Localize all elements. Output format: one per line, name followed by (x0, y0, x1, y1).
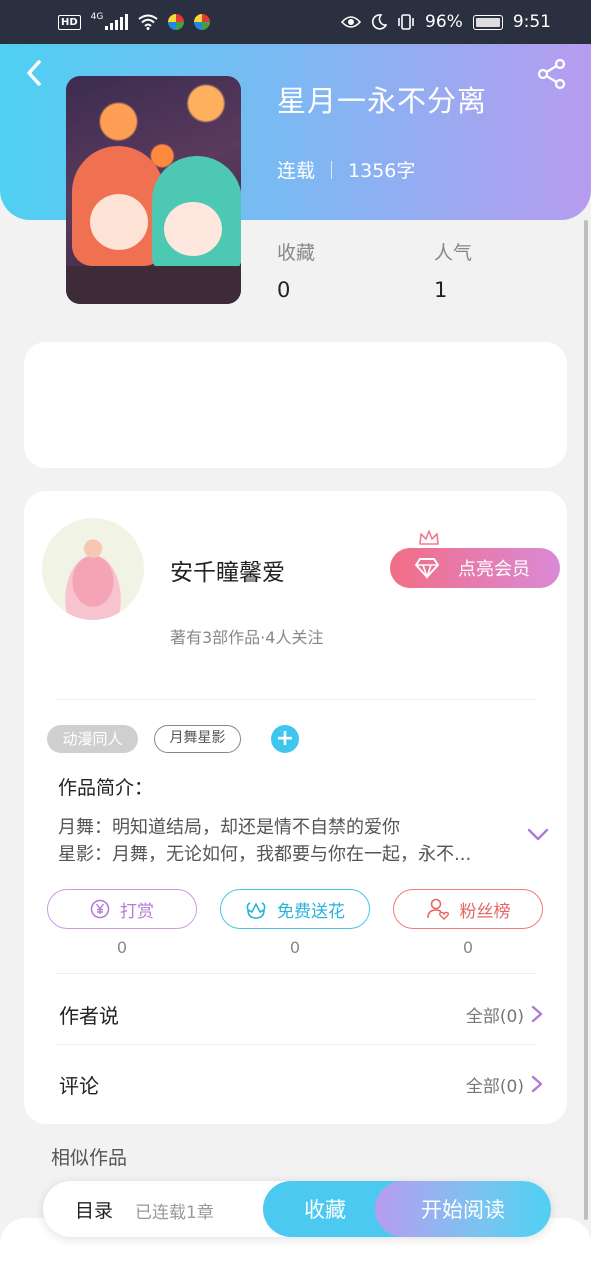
fans-label: 粉丝榜 (459, 901, 511, 922)
intro-line: 月舞：明知道结局，却还是情不自禁的爱你 (58, 817, 400, 838)
status-bar: HD 4G 96% 9:51 (0, 0, 591, 44)
network-type: 4G (90, 12, 104, 22)
battery-percent: 96% (425, 12, 463, 32)
book-meta: 连载 1356字 (277, 156, 415, 183)
cover-art (66, 266, 241, 304)
flower-icon (246, 902, 266, 919)
crown-icon (419, 530, 439, 545)
toc-button[interactable]: 目录 (75, 1196, 113, 1223)
start-reading-button[interactable]: 开始阅读 (375, 1181, 551, 1237)
flower-label: 免费送花 (277, 901, 345, 922)
app-notification-icon (194, 14, 211, 30)
author-says-row[interactable]: 作者说 全部(0) (59, 994, 544, 1034)
chevron-left-icon (27, 60, 41, 86)
intro-title: 作品简介： (58, 777, 154, 799)
row-link[interactable]: 全部(0) (466, 1002, 544, 1027)
vibrate-icon (398, 14, 414, 30)
stat-favorites: 收藏 0 (277, 238, 315, 302)
battery-icon (472, 14, 503, 30)
stat-label: 人气 (434, 242, 473, 264)
divider (56, 699, 536, 700)
fan-ranking-button[interactable]: 粉丝榜 (393, 889, 543, 929)
bottom-action-bar: 目录 已连载1章 收藏 开始阅读 (43, 1181, 551, 1237)
stat-value: 1 (434, 278, 448, 302)
cover-art (90, 194, 148, 250)
stat-label: 收藏 (277, 242, 316, 264)
scrollbar[interactable] (584, 220, 588, 1220)
serial-status: 连载 (277, 160, 316, 182)
vip-button[interactable]: 点亮会员 (390, 548, 560, 588)
divider (56, 1044, 536, 1045)
chevron-right-icon (531, 1075, 543, 1093)
chevron-right-icon (531, 1005, 543, 1023)
flower-count: 0 (289, 938, 301, 957)
chapter-count[interactable]: 已连载1章 (135, 1198, 214, 1223)
signal-icon (105, 14, 129, 30)
eye-comfort-icon (341, 16, 362, 28)
status-right: 96% 9:51 (341, 12, 551, 32)
yen-coin-icon (90, 899, 110, 919)
chevron-down-icon[interactable] (526, 827, 550, 843)
app-notification-icon (168, 14, 185, 30)
tag-chip[interactable]: 动漫同人 (47, 725, 138, 753)
book-cover[interactable] (66, 76, 241, 304)
wifi-icon (138, 14, 158, 30)
start-reading-label: 开始阅读 (421, 1198, 505, 1222)
word-count: 1356字 (348, 160, 416, 182)
fans-count: 0 (462, 938, 474, 957)
similar-works-title: 相似作品 (51, 1147, 128, 1169)
comments-row[interactable]: 评论 全部(0) (59, 1064, 544, 1104)
reward-label: 打赏 (120, 901, 154, 922)
row-title: 作者说 (59, 1003, 119, 1028)
back-button[interactable] (20, 58, 50, 88)
status-left: HD 4G (58, 12, 211, 30)
reward-count: 0 (116, 938, 128, 957)
author-card: 安千瞳馨爱 著有3部作品·4人关注 点亮会员 动漫同人 月舞星影 + 作品简介：… (24, 491, 567, 1124)
cover-art (164, 202, 222, 256)
row-title: 评论 (59, 1073, 99, 1098)
author-name[interactable]: 安千瞳馨爱 (170, 553, 285, 587)
divider (56, 973, 536, 974)
stat-value: 0 (277, 278, 291, 302)
divider (331, 160, 333, 179)
send-flower-button[interactable]: 免费送花 (220, 889, 370, 929)
stat-popularity: 人气 1 (434, 238, 472, 302)
add-tag-button[interactable]: + (271, 725, 299, 753)
clock: 9:51 (512, 12, 551, 32)
intro-line: 星影：月舞，无论如何，我都要与你在一起，永不... (58, 844, 472, 865)
row-link-label: 全部(0) (465, 1076, 524, 1097)
share-button[interactable] (536, 58, 568, 90)
tag-chip[interactable]: 月舞星影 (154, 725, 241, 753)
reward-button[interactable]: 打赏 (47, 889, 197, 929)
row-link-label: 全部(0) (465, 1006, 524, 1027)
blank-card (24, 342, 567, 468)
book-title: 星月一永不分离 (277, 84, 488, 118)
fan-user-icon (426, 898, 449, 920)
favorite-label: 收藏 (304, 1198, 346, 1222)
diamond-icon (415, 558, 439, 579)
hd-badge: HD (58, 14, 81, 30)
row-link[interactable]: 全部(0) (466, 1072, 544, 1097)
moon-icon (371, 14, 388, 30)
avatar[interactable] (42, 518, 144, 620)
vip-label: 点亮会员 (458, 559, 530, 580)
author-summary: 著有3部作品·4人关注 (170, 628, 324, 647)
share-icon (537, 58, 566, 90)
